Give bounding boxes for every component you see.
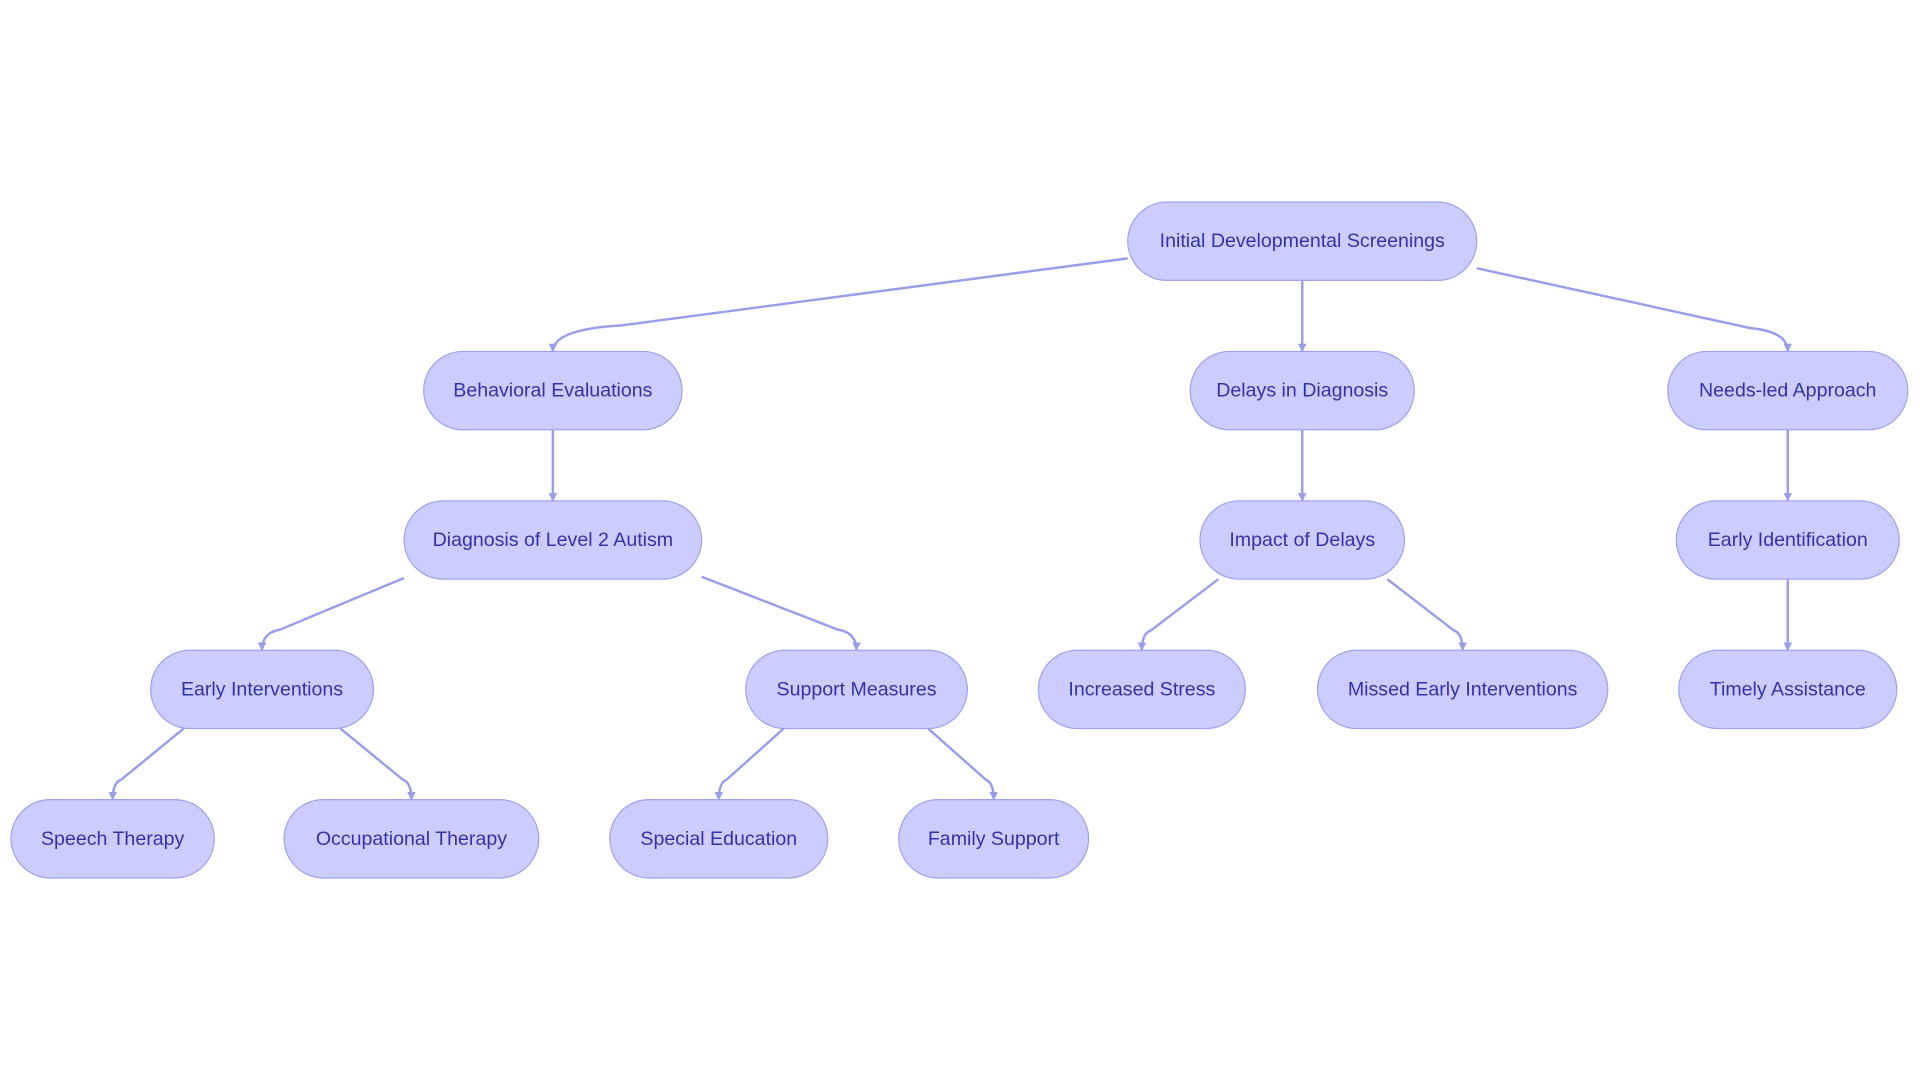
node-diagnosis[interactable]: Diagnosis of Level 2 Autism <box>403 500 703 580</box>
node-label: Initial Developmental Screenings <box>1160 230 1445 252</box>
node-label: Early Interventions <box>181 678 343 700</box>
node-label: Delays in Diagnosis <box>1216 380 1388 402</box>
node-stress[interactable]: Increased Stress <box>1037 649 1246 730</box>
node-missed[interactable]: Missed Early Interventions <box>1316 649 1609 730</box>
node-special[interactable]: Special Education <box>609 798 829 879</box>
node-label: Diagnosis of Level 2 Autism <box>433 529 674 551</box>
edge-earlyint-to-speech <box>108 727 185 801</box>
node-label: Support Measures <box>777 678 937 700</box>
node-occupational[interactable]: Occupational Therapy <box>283 798 540 879</box>
node-initial[interactable]: Initial Developmental Screenings <box>1127 201 1478 282</box>
node-label: Early Identification <box>1708 529 1868 551</box>
node-earlyid[interactable]: Early Identification <box>1675 500 1900 580</box>
flowchart-diagram: Initial Developmental Screenings Behavior… <box>10 201 1909 879</box>
node-label: Impact of Delays <box>1229 529 1375 551</box>
node-label: Behavioral Evaluations <box>453 380 652 402</box>
edge-support-to-special <box>714 727 785 801</box>
node-label: Needs-led Approach <box>1699 380 1876 402</box>
edge-earlyint-to-occupational <box>339 727 416 801</box>
edge-support-to-family <box>927 727 998 801</box>
node-delays[interactable]: Delays in Diagnosis <box>1189 350 1415 431</box>
node-label: Speech Therapy <box>41 828 185 850</box>
node-impact[interactable]: Impact of Delays <box>1199 500 1406 580</box>
node-label: Special Education <box>640 828 797 850</box>
edge-diagnosis-to-support <box>701 575 861 652</box>
node-label: Occupational Therapy <box>316 828 507 850</box>
node-label: Increased Stress <box>1068 678 1215 700</box>
edge-impact-to-missed <box>1386 578 1467 652</box>
node-needs[interactable]: Needs-led Approach <box>1667 350 1909 431</box>
node-family[interactable]: Family Support <box>898 798 1090 879</box>
node-label: Timely Assistance <box>1710 678 1866 700</box>
node-label: Missed Early Interventions <box>1348 678 1578 700</box>
node-label: Family Support <box>928 828 1060 850</box>
nodes-layer: Initial Developmental Screenings Behavior… <box>10 201 1909 879</box>
edge-initial-to-behavioral <box>548 257 1128 353</box>
node-support[interactable]: Support Measures <box>745 649 968 730</box>
edge-diagnosis-to-earlyint <box>257 576 405 652</box>
edge-impact-to-stress <box>1137 578 1220 652</box>
node-timely[interactable]: Timely Assistance <box>1678 649 1898 730</box>
node-speech[interactable]: Speech Therapy <box>10 798 215 879</box>
node-earlyint[interactable]: Early Interventions <box>150 649 375 730</box>
edge-initial-to-needs <box>1476 266 1793 353</box>
node-behavioral[interactable]: Behavioral Evaluations <box>423 350 683 431</box>
